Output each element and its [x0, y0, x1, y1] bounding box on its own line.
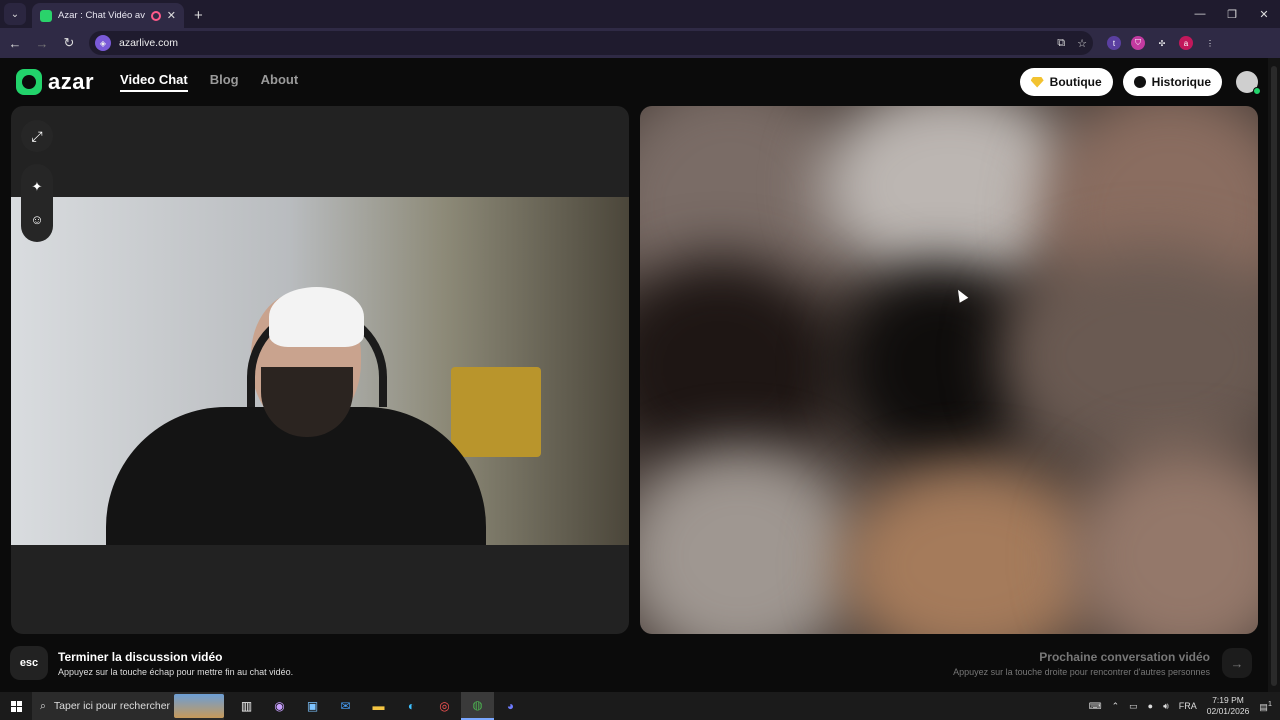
address-bar-actions: ⧉ ☆	[1057, 37, 1087, 50]
extension-shield-icon[interactable]: ⛉	[1131, 36, 1145, 50]
notification-count: 1	[1267, 699, 1272, 708]
browser-toolbar: ← → ↻ ◈ azarlive.com ⧉ ☆ t ⛉ ✣ a ⋮	[0, 28, 1280, 58]
forward-icon[interactable]: →	[30, 31, 54, 55]
time-text: 7:19 PM	[1212, 695, 1244, 705]
my-video-panel	[11, 106, 629, 634]
recording-icon	[150, 10, 161, 21]
historique-button[interactable]: Historique	[1122, 68, 1222, 96]
windows-taskbar: ⌕ Taper ici pour rechercher ▥ ◉ ▣ ✉ ▬ ◐ …	[0, 692, 1280, 720]
copilot-icon[interactable]: ◉	[263, 692, 296, 720]
expand-video-button[interactable]: ⤢	[21, 120, 53, 152]
chrome-icon[interactable]: ◍	[461, 692, 494, 720]
windows-logo-icon	[10, 700, 22, 712]
notifications-icon[interactable]: ▤1	[1259, 699, 1272, 713]
user-avatar[interactable]	[1236, 71, 1261, 95]
taskbar-search[interactable]: ⌕ Taper ici pour rechercher	[32, 692, 224, 720]
reload-icon[interactable]: ↻	[57, 31, 81, 55]
end-chat-description: Appuyez sur la touche échap pour mettre …	[58, 667, 294, 677]
search-highlight-image	[174, 694, 224, 718]
language-indicator[interactable]: FRA	[1179, 701, 1197, 711]
blur-region	[1000, 246, 1258, 466]
arrow-right-icon: →	[1230, 655, 1244, 671]
window-controls: — ❐ ✕	[1184, 0, 1280, 28]
clock-icon	[1133, 76, 1146, 88]
new-tab-button[interactable]: +	[194, 7, 203, 24]
blur-region	[640, 446, 860, 634]
network-icon[interactable]: ▭	[1129, 701, 1138, 712]
page-scrollbar[interactable]	[1268, 58, 1280, 692]
gem-icon	[1030, 76, 1044, 88]
browser-tab-strip: ⌄ Azar : Chat Vidéo avec de ✕ + — ❐ ✕	[0, 0, 1280, 28]
nav-video-chat[interactable]: Video Chat	[120, 72, 188, 92]
edge-icon[interactable]: ◐	[395, 692, 428, 720]
azar-logo[interactable]: azar	[16, 69, 94, 95]
tab-title: Azar : Chat Vidéo avec de	[58, 10, 145, 21]
mail-icon[interactable]: ✉	[329, 692, 362, 720]
expand-icon: ⤢	[31, 127, 43, 144]
clock[interactable]: 7:19 PM 02/01/2026	[1207, 695, 1250, 717]
nav-about[interactable]: About	[261, 72, 299, 92]
browser-menu-icon[interactable]: ⋮	[1203, 36, 1217, 50]
file-explorer-icon[interactable]: ▬	[362, 692, 395, 720]
extension-t-icon[interactable]: t	[1107, 36, 1121, 50]
main-nav: Video Chat Blog About	[120, 72, 298, 92]
azar-favicon-icon	[40, 9, 52, 22]
partner-video-panel	[640, 106, 1258, 634]
next-chat-title: Prochaine conversation vidéo	[1039, 650, 1210, 664]
site-info-icon[interactable]: ◈	[95, 35, 111, 51]
azar-page: azar Video Chat Blog About Boutique Hist…	[0, 58, 1280, 692]
online-status-icon	[1253, 87, 1261, 95]
azar-logo-icon	[16, 69, 42, 95]
blur-region	[840, 466, 1100, 634]
close-tab-icon[interactable]: ✕	[167, 9, 176, 22]
tab-list-button[interactable]: ⌄	[4, 3, 26, 25]
start-button[interactable]	[0, 692, 32, 720]
volume-icon[interactable]: 🔊︎	[1163, 701, 1169, 712]
install-app-icon[interactable]: ⧉	[1057, 37, 1065, 50]
taskbar-apps: ▥ ◉ ▣ ✉ ▬ ◐ ◎ ◍ ◕	[230, 692, 527, 720]
chevron-down-icon: ⌄	[10, 8, 20, 20]
nav-blog[interactable]: Blog	[210, 72, 239, 92]
next-chat-button[interactable]: →	[1222, 648, 1252, 678]
close-window-icon[interactable]: ✕	[1248, 0, 1280, 28]
esc-end-button[interactable]: esc	[10, 646, 48, 680]
bookmark-star-icon[interactable]: ☆	[1077, 37, 1087, 50]
extensions-puzzle-icon[interactable]: ✣	[1155, 36, 1169, 50]
end-chat-title: Terminer la discussion vidéo	[58, 650, 223, 664]
blur-region	[1070, 446, 1258, 634]
sparkle-icon[interactable]: ✦	[32, 179, 43, 195]
app-icon[interactable]: ◎	[428, 692, 461, 720]
background-shelf	[451, 367, 541, 457]
historique-label: Historique	[1151, 75, 1211, 89]
restore-icon[interactable]: ❐	[1216, 0, 1248, 28]
search-icon: ⌕	[40, 699, 46, 712]
taskbar-search-text: Taper ici pour rechercher	[53, 700, 171, 712]
smiley-icon[interactable]: ☺	[30, 212, 43, 227]
task-view-icon[interactable]: ▥	[230, 692, 263, 720]
discord-icon[interactable]: ◕	[494, 692, 527, 720]
my-camera-feed	[11, 197, 629, 545]
microphone-icon[interactable]: ●	[1148, 701, 1153, 711]
url-text: azarlive.com	[119, 37, 178, 49]
keyboard-icon[interactable]: ⌨	[1089, 701, 1102, 712]
next-chat-description: Appuyez sur la touche droite pour rencon…	[953, 667, 1210, 677]
store-icon[interactable]: ▣	[296, 692, 329, 720]
logo-text: azar	[48, 69, 95, 94]
system-tray: ⌨ ⌃ ▭ ● 🔊︎ FRA 7:19 PM 02/01/2026 ▤1	[1089, 695, 1280, 717]
address-bar[interactable]: ◈ azarlive.com ⧉ ☆	[89, 31, 1093, 55]
minimize-icon[interactable]: —	[1184, 0, 1216, 28]
boutique-label: Boutique	[1049, 75, 1102, 89]
header-actions: Boutique Historique	[1019, 68, 1268, 96]
back-icon[interactable]: ←	[3, 31, 27, 55]
cap-shape	[269, 287, 364, 347]
tray-chevron-up-icon[interactable]: ⌃	[1112, 701, 1120, 712]
site-header: azar Video Chat Blog About Boutique Hist…	[0, 58, 1268, 106]
boutique-button[interactable]: Boutique	[1019, 68, 1113, 96]
browser-tab[interactable]: Azar : Chat Vidéo avec de ✕	[32, 3, 184, 28]
profile-avatar-icon[interactable]: a	[1179, 36, 1193, 50]
extensions-area: t ⛉ ✣ a ⋮	[1107, 36, 1217, 50]
chat-controls: esc Terminer la discussion vidéo Appuyez…	[0, 644, 1268, 684]
date-text: 02/01/2026	[1206, 706, 1250, 716]
effects-toolbar: ✦ ☺	[21, 164, 53, 242]
